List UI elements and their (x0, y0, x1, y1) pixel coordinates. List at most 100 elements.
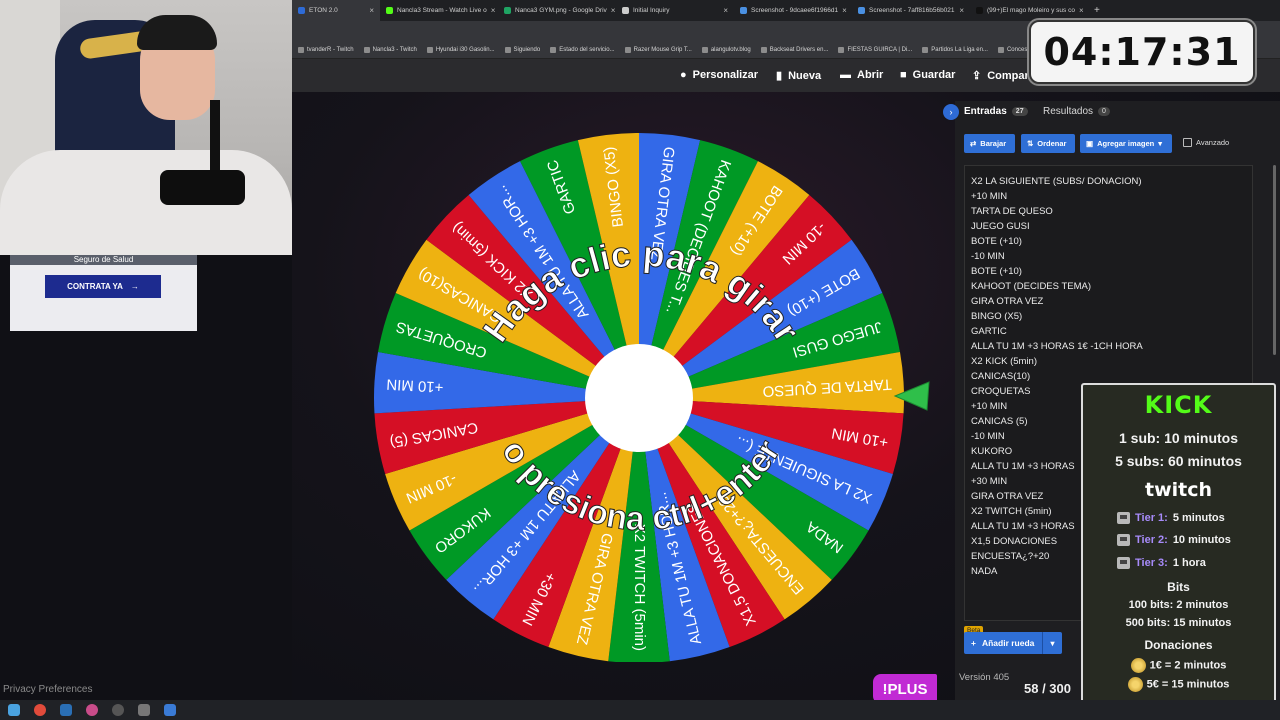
ad-banner[interactable]: Seguro de Salud CONTRATA YA → (10, 255, 197, 331)
share-button[interactable]: ⇪ Compar (972, 69, 1029, 83)
entry-line: ALLA TU 1M +3 HORAS 1€ -1CH HORA (971, 341, 1143, 352)
customize-button[interactable]: ● Personalizar (680, 69, 758, 81)
obs-icon[interactable] (112, 704, 124, 716)
window-icon[interactable] (164, 704, 176, 716)
bits-title: Bits (1167, 580, 1190, 594)
close-icon[interactable]: × (1079, 6, 1084, 15)
sort-button[interactable]: ⇅ Ordenar (1021, 134, 1075, 153)
tab-results[interactable]: Resultados 0 (1043, 106, 1110, 117)
bookmark-label: Estado del servicio... (559, 46, 615, 53)
panel-tabs: › Entradas 27 Resultados 0 (943, 101, 1280, 125)
close-icon[interactable]: × (369, 6, 374, 15)
new-tab-button[interactable]: + (1088, 0, 1106, 21)
version-label: Versión 405 (959, 672, 1010, 683)
customize-label: Personalizar (692, 69, 759, 81)
shuffle-icon: ⇄ (970, 139, 977, 148)
close-icon[interactable]: × (959, 6, 964, 15)
settings-icon[interactable] (138, 704, 150, 716)
browser-tab[interactable]: (99+)El mago Moleiro y sus co × (970, 0, 1088, 21)
close-icon[interactable]: × (842, 6, 847, 15)
start-icon[interactable] (8, 704, 20, 716)
bookmark-item[interactable]: FIESTAS GUIRCA | Di... (838, 46, 912, 53)
twitch-icon (1117, 534, 1130, 546)
privacy-preferences-link[interactable]: Privacy Preferences (3, 684, 92, 695)
spin-wheel[interactable]: GIRA OTRA VEZKAHOOT (DECIDES T...BOTE (+… (372, 128, 906, 662)
chevron-down-icon[interactable]: ▾ (1042, 632, 1062, 654)
collapse-panel-icon[interactable]: › (943, 104, 959, 120)
steam-icon[interactable] (60, 704, 72, 716)
entry-line: BOTE (+10) (971, 266, 1022, 277)
add-image-button[interactable]: ▣ Agregar imagen ▾ (1080, 134, 1172, 153)
bookmark-icon (997, 46, 1004, 53)
bookmark-icon (504, 46, 511, 53)
new-label: Nueva (788, 69, 822, 82)
arrow-right-icon: → (130, 282, 139, 291)
add-wheel-main[interactable]: + Añadir rueda (964, 632, 1042, 654)
browser-tab[interactable]: Nanca3 GYM.png - Google Driv × (498, 0, 616, 21)
advanced-checkbox[interactable] (1183, 138, 1192, 147)
panel-scrollbar[interactable] (1273, 165, 1276, 355)
tab-favicon-icon (504, 7, 511, 14)
app-icon[interactable] (86, 704, 98, 716)
bookmark-item[interactable]: Razer Mouse Grip T... (624, 46, 692, 53)
sort-label: Ordenar (1037, 139, 1067, 148)
donation-5: 5€ = 15 minutos (1083, 677, 1274, 692)
wheel-pointer-icon (893, 381, 930, 411)
shuffle-button[interactable]: ⇄ Barajar (964, 134, 1015, 153)
tab-title: (99+)El mago Moleiro y sus co (987, 7, 1075, 14)
palette-icon: ● (680, 69, 687, 81)
tab-entries[interactable]: Entradas 27 (964, 106, 1028, 117)
goal-counter: 58 / 300 (1024, 681, 1071, 696)
add-image-label: Agregar imagen (1097, 139, 1155, 148)
bookmark-item[interactable]: Nancla3 - Twitch (363, 46, 417, 53)
bookmark-icon (298, 46, 304, 53)
ad-cta-label: CONTRATA YA (67, 282, 123, 291)
close-icon[interactable]: × (611, 6, 616, 15)
bookmark-item[interactable]: Siguiendo (504, 46, 541, 53)
entry-line: +10 MIN (971, 191, 1008, 202)
close-icon[interactable]: × (723, 6, 728, 15)
bookmark-item[interactable]: Partidos La Liga en... (922, 46, 988, 53)
add-wheel-button[interactable]: + Añadir rueda ▾ (964, 632, 1062, 654)
advanced-label: Avanzado (1196, 138, 1230, 147)
tab-favicon-icon (858, 7, 865, 14)
folder-icon: ▬ (840, 69, 851, 81)
entry-line: -10 MIN (971, 251, 1005, 262)
new-button[interactable]: ▮ Nueva (776, 69, 822, 83)
browser-tab[interactable]: Screenshot - 9dcaee6f1966d1 × (734, 0, 852, 21)
kick-logo: KICK (1144, 391, 1213, 419)
bookmark-label: Backseat Drivers en... (769, 46, 829, 53)
entry-line: JUEGO GUSI (971, 221, 1030, 232)
tab-title: Initial Inquiry (633, 7, 670, 14)
save-button[interactable]: ■ Guardar (900, 69, 955, 81)
bookmark-item[interactable]: Hyundai i30 Gasolin... (426, 46, 495, 53)
entry-line: TARTA DE QUESO (971, 206, 1053, 217)
bookmark-item[interactable]: Backseat Drivers en... (760, 46, 829, 53)
entry-line: GIRA OTRA VEZ (971, 296, 1044, 307)
donations-title: Donaciones (1144, 638, 1213, 652)
sort-icon: ⇅ (1027, 139, 1034, 148)
browser-tab[interactable]: Nancla3 Stream - Watch Live o × (380, 0, 498, 21)
bookmark-item[interactable]: Estado del servicio... (550, 46, 615, 53)
tab-title: ETON 2.0 (309, 7, 338, 14)
save-label: Guardar (912, 69, 956, 81)
open-button[interactable]: ▬ Abrir (840, 69, 883, 81)
shuffle-label: Barajar (980, 139, 1007, 148)
ad-cta-button[interactable]: CONTRATA YA → (45, 275, 161, 298)
twitch-logo: twitch (1144, 479, 1213, 501)
browser-tab[interactable]: ETON 2.0 × (292, 0, 380, 21)
browser-tab[interactable]: Screenshot - 7aff816b56b021 × (852, 0, 970, 21)
chrome-icon[interactable] (34, 704, 46, 716)
tab-results-label: Resultados (1043, 106, 1094, 117)
wheel-center[interactable] (585, 344, 693, 452)
tier-1-name: Tier 1: (1135, 512, 1168, 524)
bookmark-item[interactable]: tvanderR - Twitch (298, 46, 354, 53)
save-icon: ■ (900, 69, 907, 81)
close-icon[interactable]: × (491, 6, 496, 15)
bookmark-icon (426, 46, 433, 53)
bookmark-label: Siguiendo (513, 46, 541, 53)
bookmark-item[interactable]: alangulotv.blog (701, 46, 751, 53)
donation-1: 1€ = 2 minutos (1083, 658, 1274, 673)
image-icon: ▣ (1086, 139, 1094, 148)
browser-tab[interactable]: Initial Inquiry × (616, 0, 734, 21)
